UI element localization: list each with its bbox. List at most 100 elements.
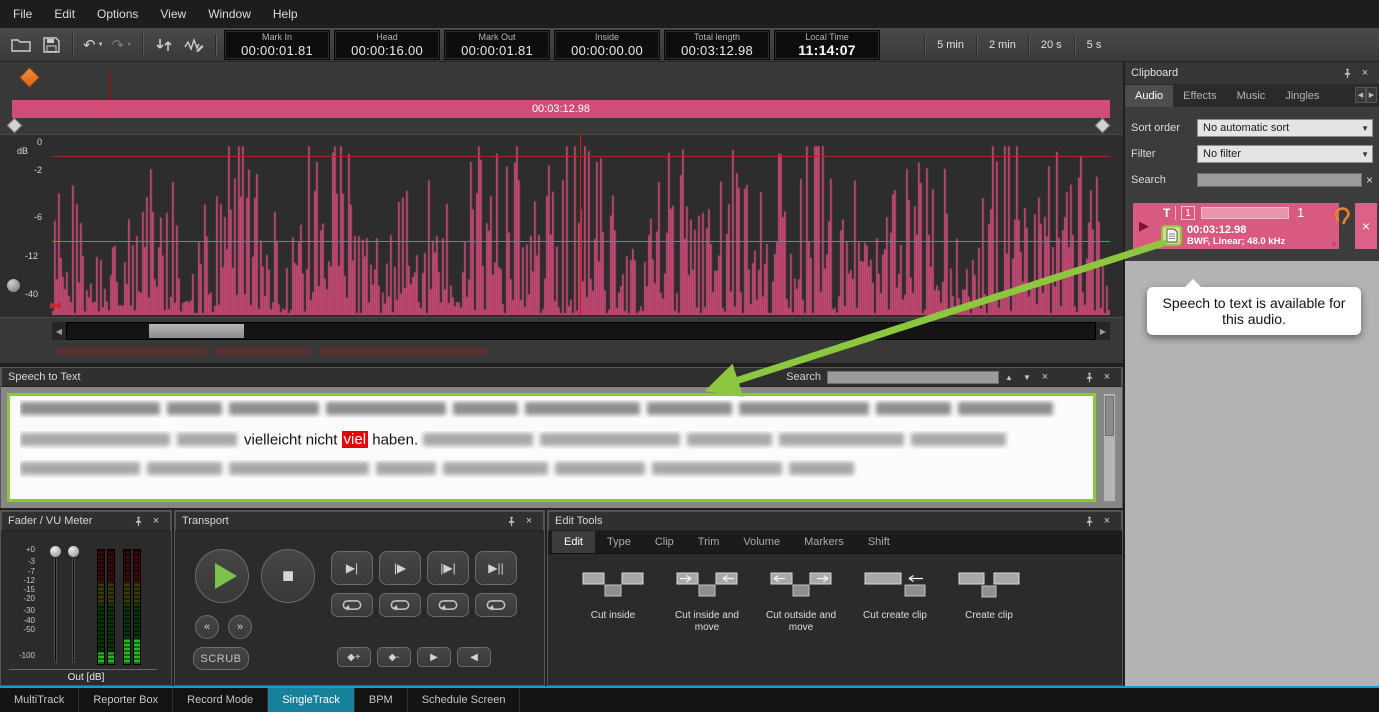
cut-create-clip-tool[interactable]: Cut create clip [850,570,940,685]
close-icon[interactable]: × [1357,66,1373,80]
clip-play-icon[interactable]: ▶ [1139,218,1149,234]
skip-back-button[interactable]: « [195,615,219,639]
tab-audio[interactable]: Audio [1125,85,1173,107]
range-start-handle[interactable] [7,118,23,134]
tab-music[interactable]: Music [1227,85,1276,107]
nudge-left-button[interactable]: ◀ [457,647,491,667]
tab-record-mode[interactable]: Record Mode [173,688,268,712]
zoom-preset-2min[interactable]: 2 min [977,33,1028,57]
save-icon[interactable] [38,33,64,57]
tab-markers[interactable]: Markers [792,531,856,553]
loop-button-4[interactable] [475,593,517,617]
search-clear-icon[interactable]: × [1037,370,1053,384]
wave-display[interactable]: 0 dB -2 -6 -12 -40 [0,134,1123,318]
loop-button-1[interactable] [331,593,373,617]
play-over-cut-button[interactable]: ▶|| [475,551,517,585]
play-from-cursor-button[interactable]: |▶ [379,551,421,585]
pin-icon[interactable] [1081,370,1097,384]
menu-file[interactable]: File [2,0,43,28]
sort-order-select[interactable]: No automatic sort ▼ [1197,119,1373,137]
edit-signal-icon[interactable] [181,33,207,57]
pin-icon[interactable] [503,514,519,528]
tab-jingles[interactable]: Jingles [1275,85,1329,107]
create-clip-tool[interactable]: Create clip [944,570,1034,685]
search-clear-icon[interactable]: × [1366,173,1373,187]
fader-track-right[interactable] [72,551,75,663]
collapse-chevrons-icon[interactable]: « [1328,241,1340,247]
undo-button[interactable]: ↶▼ [83,36,104,54]
transfer-icon[interactable] [151,33,177,57]
close-icon[interactable]: × [148,514,164,528]
scrub-button[interactable]: SCRUB [193,647,249,670]
scrollbar-track[interactable] [66,322,1096,340]
menu-options[interactable]: Options [86,0,149,28]
stop-button[interactable]: ■ [261,549,315,603]
loop-button-3[interactable] [427,593,469,617]
scrollbar-handle[interactable] [149,324,244,338]
close-icon[interactable]: × [1099,370,1115,384]
marker-add-button[interactable]: ◆+ [337,647,371,667]
zoom-preset-5min[interactable]: 5 min [925,33,976,57]
close-icon[interactable]: × [1099,514,1115,528]
play-to-cursor-button[interactable]: ▶| [331,551,373,585]
skip-forward-button[interactable]: » [228,615,252,639]
filter-select[interactable]: No filter ▼ [1197,145,1373,163]
pin-icon[interactable] [130,514,146,528]
tab-volume[interactable]: Volume [731,531,792,553]
cut-outside-move-tool[interactable]: Cut outside and move [756,570,846,685]
cut-inside-move-tool[interactable]: Cut inside and move [662,570,752,685]
zoom-preset-20s[interactable]: 20 s [1029,33,1074,57]
loop-button-2[interactable] [379,593,421,617]
open-folder-icon[interactable] [8,33,34,57]
tab-multitrack[interactable]: MultiTrack [0,688,79,712]
overview-bar[interactable]: 00:03:12.98 [12,100,1110,118]
menu-window[interactable]: Window [197,0,262,28]
transcript-textbox[interactable]: vielleicht nicht viel haben. [7,393,1096,502]
cut-inside-tool[interactable]: Cut inside [568,570,658,685]
tab-bpm[interactable]: BPM [355,688,408,712]
scrollbar-handle[interactable] [1105,396,1114,436]
stt-search-input[interactable] [827,371,999,384]
ear-icon[interactable] [1334,207,1352,232]
scroll-left-icon[interactable]: ◀ [52,322,66,340]
clip-item[interactable]: ▶ T 1 1 00:03:12.98 BWF, Linear; 48.0 kH… [1133,203,1339,249]
zoom-preset-5s[interactable]: 5 s [1075,33,1114,57]
tab-scroll-left-icon[interactable]: ◀ [1355,87,1366,103]
tab-singletrack[interactable]: SingleTrack [268,688,355,712]
tab-shift[interactable]: Shift [856,531,902,553]
clipboard-search-input[interactable] [1197,173,1362,187]
position-marker-icon[interactable] [19,67,40,88]
level-marker-line[interactable] [52,241,1110,242]
tab-schedule-screen[interactable]: Schedule Screen [408,688,521,712]
tab-trim[interactable]: Trim [686,531,732,553]
menu-help[interactable]: Help [262,0,309,28]
pin-icon[interactable] [1081,514,1097,528]
range-end-handle[interactable] [1095,118,1111,134]
nudge-right-button[interactable]: ▶ [417,647,451,667]
menu-view[interactable]: View [149,0,197,28]
playhead[interactable] [580,135,581,315]
fader-knob-right[interactable] [67,545,80,558]
redo-button[interactable]: ↷▼ [112,36,133,54]
speech-to-text-doc-icon[interactable] [1161,225,1182,246]
clip-delete-button[interactable]: × [1355,203,1377,249]
menu-edit[interactable]: Edit [43,0,86,28]
tab-reporter-box[interactable]: Reporter Box [79,688,173,712]
tab-effects[interactable]: Effects [1173,85,1226,107]
search-prev-icon[interactable]: ▲ [1001,370,1017,384]
search-next-icon[interactable]: ▼ [1019,370,1035,384]
close-icon[interactable]: × [521,514,537,528]
play-button[interactable] [195,549,249,603]
scroll-right-icon[interactable]: ▶ [1096,322,1110,340]
play-selection-button[interactable]: |▶| [427,551,469,585]
fader-track-left[interactable] [54,551,57,663]
marker-remove-button[interactable]: ◆- [377,647,411,667]
tab-type[interactable]: Type [595,531,643,553]
waveform-canvas[interactable] [52,137,1110,315]
fader-knob-left[interactable] [49,545,62,558]
tab-clip[interactable]: Clip [643,531,686,553]
tab-scroll-right-icon[interactable]: ▶ [1366,87,1377,103]
tab-edit[interactable]: Edit [552,531,595,553]
pin-icon[interactable] [1339,66,1355,80]
side-knob[interactable] [6,278,21,293]
